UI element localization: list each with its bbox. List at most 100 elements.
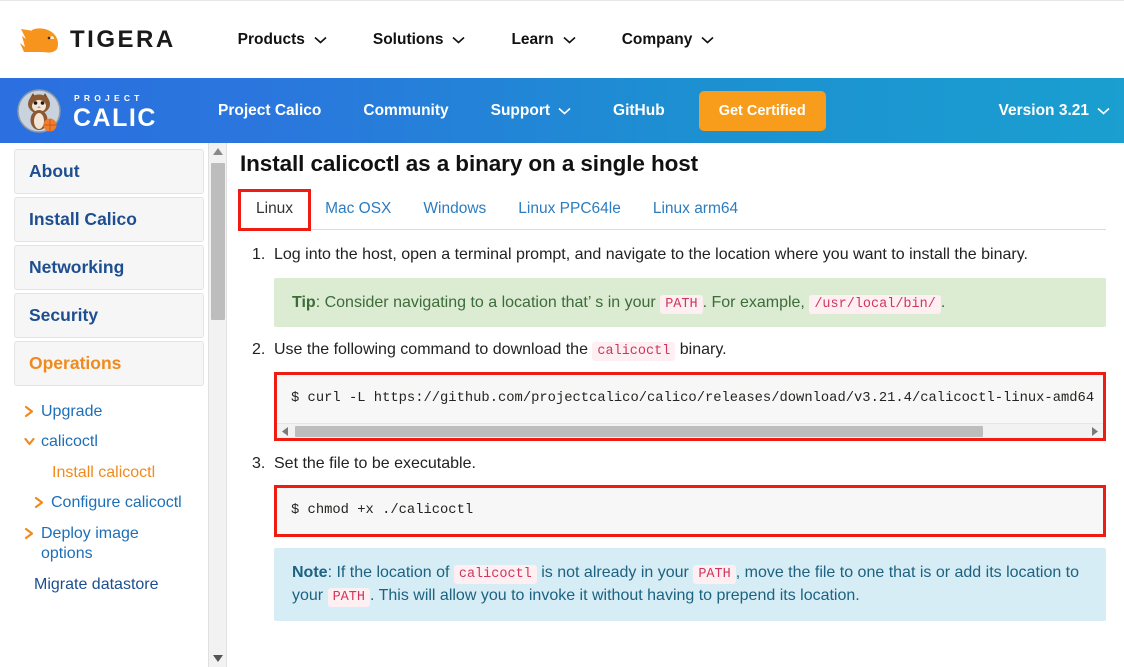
note-code-calicoctl: calicoctl <box>454 565 537 584</box>
note-code-path-1: PATH <box>693 565 735 584</box>
nav-item-products[interactable]: Products <box>238 31 327 49</box>
sidebar-item-deploy-image-options[interactable]: Deploy image options <box>6 519 208 570</box>
tigera-wordmark: TIGERA <box>70 26 176 54</box>
sidebar-label-calicoctl: calicoctl <box>41 432 98 452</box>
step-1-text: Log into the host, open a terminal promp… <box>274 246 1028 263</box>
sidebar-label-install-calicoctl: Install calicoctl <box>52 463 155 483</box>
tip-label: Tip <box>292 294 316 311</box>
note-text-d: . This will allow you to invoke it witho… <box>370 587 860 604</box>
note-code-path-2: PATH <box>328 588 370 607</box>
sidebar-label-configure-calicoctl: Configure calicoctl <box>51 493 182 513</box>
calico-nav-label-community: Community <box>363 102 448 120</box>
tip-code-path: PATH <box>660 295 702 314</box>
sidebar-item-upgrade[interactable]: Upgrade <box>6 397 208 427</box>
step-2-text-pre: Use the following command to download th… <box>274 341 592 358</box>
note-text-a: : If the location of <box>328 564 454 581</box>
triangle-up-icon <box>213 148 223 155</box>
triangle-right-icon <box>1092 427 1098 436</box>
sidebar-item-calicoctl[interactable]: calicoctl <box>6 427 208 457</box>
project-calico-logo[interactable]: PROJECT CALICO <box>16 88 156 134</box>
note-label: Note <box>292 564 328 581</box>
sidebar-item-migrate-datastore[interactable]: Migrate datastore <box>6 570 208 600</box>
chevron-down-icon <box>452 36 465 44</box>
sidebar-divider <box>226 143 227 667</box>
scroll-left-button[interactable] <box>277 424 293 439</box>
tab-linux-arm64[interactable]: Linux arm64 <box>637 191 754 229</box>
sidebar-label-deploy-image-options: Deploy image options <box>41 524 171 565</box>
nav-label-solutions: Solutions <box>373 31 444 49</box>
tip-text-c: . <box>941 294 945 311</box>
nav-label-products: Products <box>238 31 305 49</box>
calico-nav-label-support: Support <box>491 102 550 120</box>
svg-text:PROJECT: PROJECT <box>74 93 144 103</box>
calico-nav-label-github: GitHub <box>613 102 665 120</box>
nav-label-company: Company <box>622 31 693 49</box>
calico-nav-project-calico[interactable]: Project Calico <box>218 102 321 120</box>
sidebar-label-migrate-datastore: Migrate datastore <box>34 575 159 595</box>
calico-nav-bar: PROJECT CALICO Project Calico Community … <box>0 78 1124 143</box>
calico-nav-github[interactable]: GitHub <box>613 102 665 120</box>
chevron-down-icon <box>701 36 714 44</box>
curl-code-block[interactable]: $ curl -L https://github.com/projectcali… <box>274 372 1106 441</box>
sidebar-item-networking[interactable]: Networking <box>14 245 204 290</box>
scroll-up-button[interactable] <box>209 143 227 160</box>
sidebar-item-about[interactable]: About <box>14 149 204 194</box>
chevron-right-icon <box>24 527 35 540</box>
note-callout: Note: If the location of calicoctl is no… <box>274 548 1106 621</box>
tab-linux-ppc64le[interactable]: Linux PPC64le <box>502 191 637 229</box>
step-2-text-post: binary. <box>675 341 726 358</box>
sidebar-list: About Install Calico Networking Security… <box>0 143 208 667</box>
tab-linux[interactable]: Linux <box>240 191 309 229</box>
chevron-right-icon <box>24 405 35 418</box>
sidebar-item-security[interactable]: Security <box>14 293 204 338</box>
svg-text:CALICO: CALICO <box>73 104 156 132</box>
page-title: Install calicoctl as a binary on a singl… <box>240 151 1106 177</box>
tip-code-usrlocalbin: /usr/local/bin/ <box>809 295 941 314</box>
chmod-command: $ chmod +x ./calicoctl <box>277 488 1103 534</box>
nav-item-learn[interactable]: Learn <box>511 31 575 49</box>
chevron-down-icon <box>563 36 576 44</box>
chevron-right-icon <box>34 496 45 509</box>
tab-mac-osx[interactable]: Mac OSX <box>309 191 407 229</box>
sidebar-item-install-calico[interactable]: Install Calico <box>14 197 204 242</box>
chevron-down-icon <box>1097 107 1110 115</box>
tiger-head-icon <box>18 25 60 55</box>
get-certified-button[interactable]: Get Certified <box>699 91 826 131</box>
sidebar: About Install Calico Networking Security… <box>0 143 228 667</box>
step-2-code-calicoctl: calicoctl <box>592 342 675 361</box>
version-selector[interactable]: Version 3.21 <box>999 102 1110 120</box>
note-text-b: is not already in your <box>537 564 694 581</box>
tip-callout: Tip: Consider navigating to a location t… <box>274 278 1106 328</box>
chmod-code-block[interactable]: $ chmod +x ./calicoctl <box>274 485 1106 537</box>
nav-label-learn: Learn <box>511 31 553 49</box>
calico-nav-label-project-calico: Project Calico <box>218 102 321 120</box>
chevron-down-icon <box>558 107 571 115</box>
chevron-down-icon <box>314 36 327 44</box>
triangle-left-icon <box>282 427 288 436</box>
chevron-down-icon <box>24 435 35 448</box>
main-content: Install calicoctl as a binary on a singl… <box>228 143 1124 667</box>
page-body: About Install Calico Networking Security… <box>0 143 1124 667</box>
step-3: Set the file to be executable. $ chmod +… <box>240 453 1106 621</box>
scroll-down-button[interactable] <box>209 650 227 667</box>
sidebar-label-upgrade: Upgrade <box>41 402 102 422</box>
tigera-logo[interactable]: TIGERA <box>18 25 176 55</box>
nav-item-solutions[interactable]: Solutions <box>373 31 466 49</box>
tip-text-b: . For example, <box>703 294 810 311</box>
version-label: Version 3.21 <box>999 102 1089 120</box>
calico-nav-support[interactable]: Support <box>491 102 571 120</box>
scroll-right-button[interactable] <box>1087 424 1103 439</box>
nav-item-company[interactable]: Company <box>622 31 715 49</box>
install-steps: Log into the host, open a terminal promp… <box>240 244 1106 621</box>
sidebar-scrollbar[interactable] <box>208 143 226 667</box>
code-scroll-thumb[interactable] <box>295 426 983 437</box>
sidebar-item-operations[interactable]: Operations <box>14 341 204 386</box>
sidebar-scroll-thumb[interactable] <box>211 163 225 320</box>
sidebar-item-configure-calicoctl[interactable]: Configure calicoctl <box>6 488 208 518</box>
code-horizontal-scrollbar[interactable] <box>277 423 1103 438</box>
step-1: Log into the host, open a terminal promp… <box>240 244 1106 327</box>
project-calico-cat-icon: PROJECT CALICO <box>16 88 156 134</box>
tab-windows[interactable]: Windows <box>407 191 502 229</box>
calico-nav-community[interactable]: Community <box>363 102 448 120</box>
sidebar-item-install-calicoctl[interactable]: Install calicoctl <box>6 458 208 488</box>
